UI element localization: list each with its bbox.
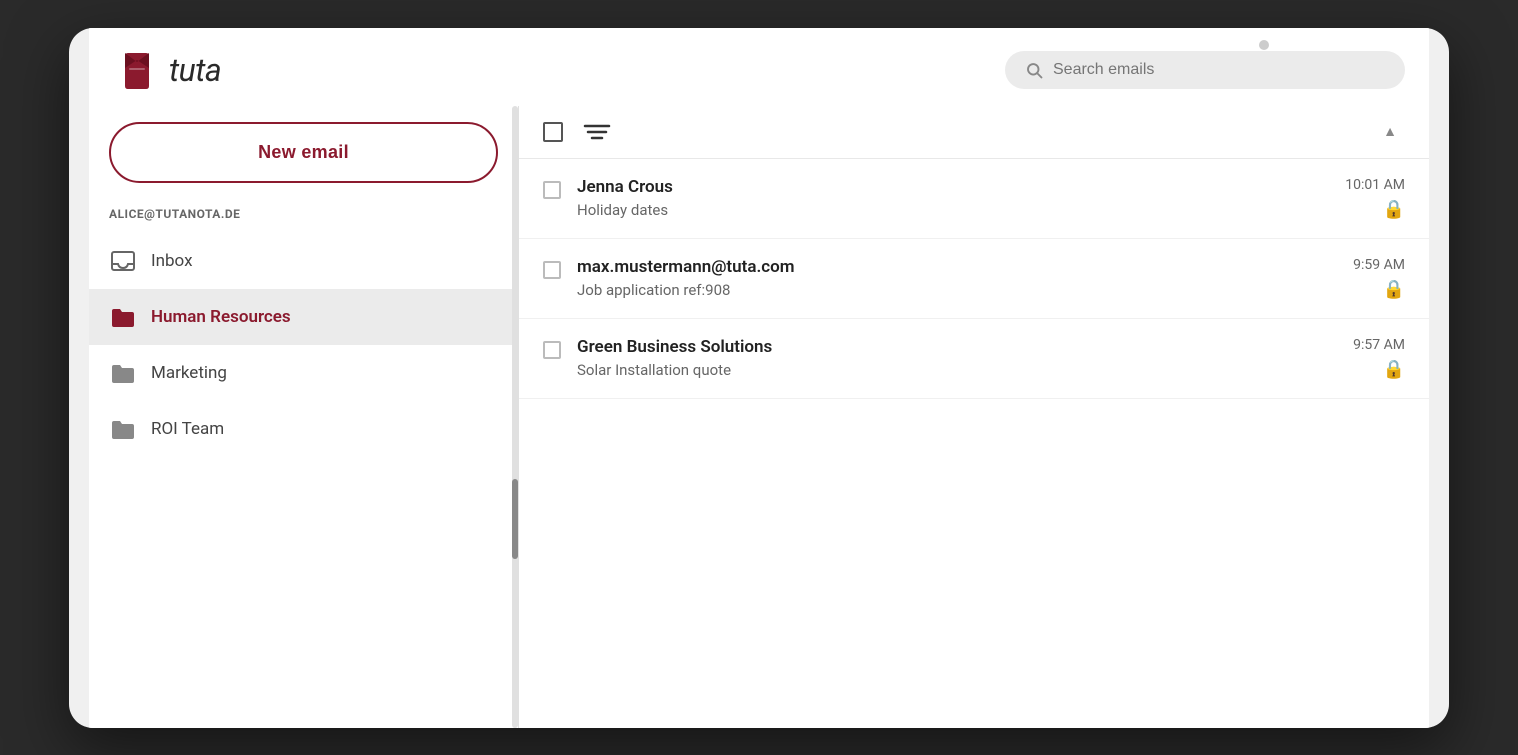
sidebar: New email ALICE@TUTANOTA.DE Inbox Human … <box>89 106 519 728</box>
email-subject-1: Holiday dates <box>577 201 1329 219</box>
email-item-2[interactable]: max.mustermann@tuta.com Job application … <box>519 239 1429 319</box>
select-all-checkbox[interactable] <box>543 122 563 142</box>
email-sender-3: Green Business Solutions <box>577 337 1337 357</box>
search-bar[interactable] <box>1005 51 1405 89</box>
email-content-1: Jenna Crous Holiday dates <box>577 177 1329 219</box>
folder-roi-icon <box>109 415 137 443</box>
email-subject-2: Job application ref:908 <box>577 281 1337 299</box>
header: tuta <box>89 28 1429 106</box>
tuta-logo-shape <box>113 46 161 94</box>
device-frame: tuta New email ALICE@TUTANOTA.DE <box>69 28 1449 728</box>
sidebar-item-roi-team[interactable]: ROI Team <box>89 401 518 457</box>
email-sender-2: max.mustermann@tuta.com <box>577 257 1337 277</box>
email-time-2: 9:59 AM <box>1353 257 1405 273</box>
email-checkbox-3[interactable] <box>543 341 561 359</box>
main-layout: New email ALICE@TUTANOTA.DE Inbox Human … <box>89 106 1429 728</box>
email-item[interactable]: Jenna Crous Holiday dates 10:01 AM 🔒 <box>519 159 1429 239</box>
inbox-icon <box>109 247 137 275</box>
email-checkbox-2[interactable] <box>543 261 561 279</box>
search-icon <box>1025 61 1043 79</box>
app-container: tuta New email ALICE@TUTANOTA.DE <box>89 28 1429 728</box>
new-email-button[interactable]: New email <box>109 122 498 183</box>
search-input[interactable] <box>1053 61 1385 79</box>
human-resources-label: Human Resources <box>151 307 291 327</box>
email-meta-2: 9:59 AM 🔒 <box>1353 257 1405 300</box>
email-list-header: ▲ <box>519 106 1429 159</box>
logo-area: tuta <box>113 46 221 94</box>
email-meta-1: 10:01 AM 🔒 <box>1345 177 1405 220</box>
email-meta-3: 9:57 AM 🔒 <box>1353 337 1405 380</box>
email-sender-1: Jenna Crous <box>577 177 1329 197</box>
email-checkbox-1[interactable] <box>543 181 561 199</box>
lock-icon-1: 🔒 <box>1383 199 1405 220</box>
email-item-3[interactable]: Green Business Solutions Solar Installat… <box>519 319 1429 399</box>
inbox-label: Inbox <box>151 251 193 271</box>
filter-icon[interactable] <box>583 122 611 142</box>
lock-icon-3: 🔒 <box>1383 359 1405 380</box>
folder-marketing-icon <box>109 359 137 387</box>
email-time-3: 9:57 AM <box>1353 337 1405 353</box>
sidebar-scrollbar[interactable] <box>512 106 518 728</box>
scrollbar-thumb <box>512 479 518 559</box>
folder-hr-icon <box>109 303 137 331</box>
camera <box>1259 40 1269 50</box>
logo-text: tuta <box>169 51 221 89</box>
email-list: ▲ Jenna Crous Holiday dates 10:01 AM 🔒 <box>519 106 1429 728</box>
account-email-label: ALICE@TUTANOTA.DE <box>89 203 518 233</box>
sidebar-item-human-resources[interactable]: Human Resources <box>89 289 518 345</box>
sidebar-item-inbox[interactable]: Inbox <box>89 233 518 289</box>
email-time-1: 10:01 AM <box>1345 177 1405 193</box>
sort-chevron: ▲ <box>1383 123 1405 140</box>
lock-icon-2: 🔒 <box>1383 279 1405 300</box>
email-content-2: max.mustermann@tuta.com Job application … <box>577 257 1337 299</box>
sidebar-item-marketing[interactable]: Marketing <box>89 345 518 401</box>
marketing-label: Marketing <box>151 363 227 383</box>
email-content-3: Green Business Solutions Solar Installat… <box>577 337 1337 379</box>
roi-team-label: ROI Team <box>151 419 224 439</box>
email-subject-3: Solar Installation quote <box>577 361 1337 379</box>
